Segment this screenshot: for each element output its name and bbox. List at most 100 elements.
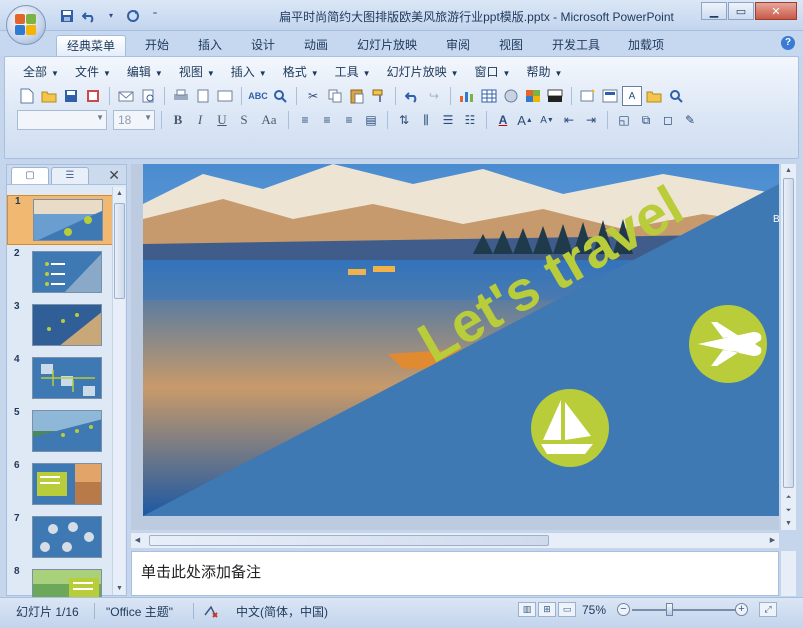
justify-icon[interactable]: ▤ bbox=[361, 110, 381, 130]
table-icon[interactable] bbox=[479, 86, 499, 106]
tab-view[interactable]: 视图 bbox=[489, 35, 533, 56]
close-icon[interactable]: ✕ bbox=[108, 167, 120, 184]
print-icon[interactable] bbox=[171, 86, 191, 106]
previous-slide-icon[interactable]: ⏶ bbox=[782, 491, 795, 504]
slide-thumbnail[interactable]: 1 bbox=[7, 195, 115, 245]
tab-review[interactable]: 审阅 bbox=[436, 35, 480, 56]
spelling-icon[interactable]: ABC bbox=[248, 86, 268, 106]
align-right-icon[interactable]: ≡ bbox=[339, 110, 359, 130]
tab-addins[interactable]: 加载项 bbox=[618, 35, 674, 56]
zoom-slider-track[interactable] bbox=[632, 609, 736, 611]
notes-placeholder[interactable]: 单击此处添加备注 bbox=[141, 561, 261, 582]
increase-font-icon[interactable]: A ▲ bbox=[515, 110, 535, 130]
print-preview-icon[interactable] bbox=[138, 86, 158, 106]
new-slide-icon[interactable] bbox=[578, 86, 598, 106]
next-slide-icon[interactable]: ⏷ bbox=[782, 504, 795, 517]
normal-view-icon[interactable]: ▥ bbox=[518, 602, 536, 617]
open-folder-icon[interactable] bbox=[39, 86, 59, 106]
scroll-down-icon[interactable]: ▼ bbox=[113, 582, 126, 595]
folder-icon[interactable] bbox=[644, 86, 664, 106]
slide-thumbnail[interactable]: 4 bbox=[7, 354, 115, 404]
tab-developer[interactable]: 开发工具 bbox=[542, 35, 610, 56]
tab-outline[interactable]: ☰ bbox=[51, 167, 89, 184]
help-icon[interactable]: ? bbox=[781, 36, 795, 50]
email-icon[interactable] bbox=[116, 86, 136, 106]
slide-thumbnail[interactable]: 5 bbox=[7, 407, 115, 457]
menu-all[interactable]: 全部 ▼ bbox=[15, 63, 67, 81]
tab-classic-menu[interactable]: 经典菜单 bbox=[56, 35, 127, 56]
tab-design[interactable]: 设计 bbox=[241, 35, 285, 56]
numbering-icon[interactable]: ☰ bbox=[438, 110, 458, 130]
maximize-icon[interactable]: ▭ bbox=[728, 2, 754, 20]
menu-tools[interactable]: 工具 ▼ bbox=[327, 63, 379, 81]
fit-to-window-icon[interactable]: ⤢ bbox=[759, 602, 777, 617]
scroll-right-icon[interactable]: ▶ bbox=[766, 534, 779, 547]
copy-icon[interactable] bbox=[325, 86, 345, 106]
font-size-select[interactable]: 18 ▼ bbox=[113, 110, 155, 130]
scroll-up-icon[interactable]: ▲ bbox=[113, 187, 126, 200]
color-grayscale-icon[interactable] bbox=[523, 86, 543, 106]
slide-thumbnail[interactable]: 2 bbox=[7, 248, 115, 298]
menu-insert[interactable]: 插入 ▼ bbox=[223, 63, 275, 81]
slide-thumbnail[interactable]: 7 bbox=[7, 513, 115, 563]
scroll-down-icon[interactable]: ▼ bbox=[782, 517, 795, 530]
spell-check-icon[interactable] bbox=[203, 603, 223, 622]
menu-window[interactable]: 窗口 ▼ bbox=[467, 63, 519, 81]
close-icon[interactable]: ✕ bbox=[755, 2, 797, 20]
notes-pane[interactable]: 单击此处添加备注 bbox=[131, 551, 779, 596]
paste-icon[interactable] bbox=[347, 86, 367, 106]
cut-icon[interactable]: ✂ bbox=[303, 86, 323, 106]
language-indicator[interactable]: 中文(简体，中国) bbox=[236, 603, 328, 620]
decrease-font-icon[interactable]: A ▼ bbox=[537, 110, 557, 130]
clipart-icon[interactable] bbox=[501, 86, 521, 106]
slide-vertical-scrollbar[interactable]: ▲ ⏶ ⏷ ▼ bbox=[780, 164, 796, 530]
tab-animation[interactable]: 动画 bbox=[294, 35, 338, 56]
slide-layout-icon[interactable] bbox=[600, 86, 620, 106]
office-button[interactable] bbox=[6, 5, 46, 45]
bullets-icon[interactable]: ☷ bbox=[460, 110, 480, 130]
increase-indent-icon[interactable]: ⇥ bbox=[581, 110, 601, 130]
menu-edit[interactable]: 编辑 ▼ bbox=[119, 63, 171, 81]
scroll-up-icon[interactable]: ▲ bbox=[782, 164, 795, 177]
chart-icon[interactable] bbox=[457, 86, 477, 106]
arrange-icon[interactable]: ⧉ bbox=[636, 110, 656, 130]
shape-outline-icon[interactable]: ✎ bbox=[680, 110, 700, 130]
slides-pane-scrollbar[interactable]: ▲ ▼ bbox=[112, 187, 125, 595]
zoom-out-icon[interactable]: − bbox=[617, 603, 630, 616]
align-left-icon[interactable]: ≡ bbox=[295, 110, 315, 130]
textbox-icon[interactable]: A bbox=[622, 86, 642, 106]
undo-icon[interactable] bbox=[402, 86, 422, 106]
italic-button[interactable]: I bbox=[190, 110, 210, 130]
slide-thumbnail[interactable]: 3 bbox=[7, 301, 115, 351]
format-painter-icon[interactable] bbox=[369, 86, 389, 106]
save-icon[interactable] bbox=[61, 86, 81, 106]
scrollbar-thumb[interactable] bbox=[114, 203, 125, 299]
scrollbar-thumb[interactable] bbox=[783, 178, 794, 488]
tab-home[interactable]: 开始 bbox=[135, 35, 179, 56]
menu-view[interactable]: 视图 ▼ bbox=[171, 63, 223, 81]
print-preview-icon[interactable] bbox=[193, 86, 213, 106]
change-case-button[interactable]: Aa bbox=[256, 110, 282, 130]
current-slide[interactable]: Let's travel B bbox=[143, 164, 779, 516]
decrease-indent-icon[interactable]: ⇤ bbox=[559, 110, 579, 130]
menu-help[interactable]: 帮助 ▼ bbox=[518, 63, 570, 81]
zoom-slider-handle[interactable] bbox=[666, 603, 673, 616]
shapes-icon[interactable]: ◱ bbox=[614, 110, 634, 130]
slideshow-view-icon[interactable]: ▭ bbox=[558, 602, 576, 617]
grayscale-icon[interactable] bbox=[545, 86, 565, 106]
text-direction-icon[interactable]: ⇅ bbox=[394, 110, 414, 130]
menu-format[interactable]: 格式 ▼ bbox=[275, 63, 327, 81]
slide-sorter-icon[interactable]: ⊞ bbox=[538, 602, 556, 617]
shape-fill-icon[interactable]: ◻ bbox=[658, 110, 678, 130]
tab-insert[interactable]: 插入 bbox=[188, 35, 232, 56]
shadow-button[interactable]: S bbox=[234, 110, 254, 130]
underline-button[interactable]: U bbox=[212, 110, 232, 130]
new-document-icon[interactable] bbox=[17, 86, 37, 106]
scrollbar-thumb[interactable] bbox=[149, 535, 549, 546]
redo-icon[interactable]: ↪ bbox=[424, 86, 444, 106]
font-color-icon[interactable]: A bbox=[493, 110, 513, 130]
permission-icon[interactable] bbox=[83, 86, 103, 106]
notes-scrollbar[interactable] bbox=[780, 551, 796, 596]
tab-slideshow[interactable]: 幻灯片放映 bbox=[347, 35, 427, 56]
minimize-icon[interactable]: ▁ bbox=[701, 2, 727, 20]
